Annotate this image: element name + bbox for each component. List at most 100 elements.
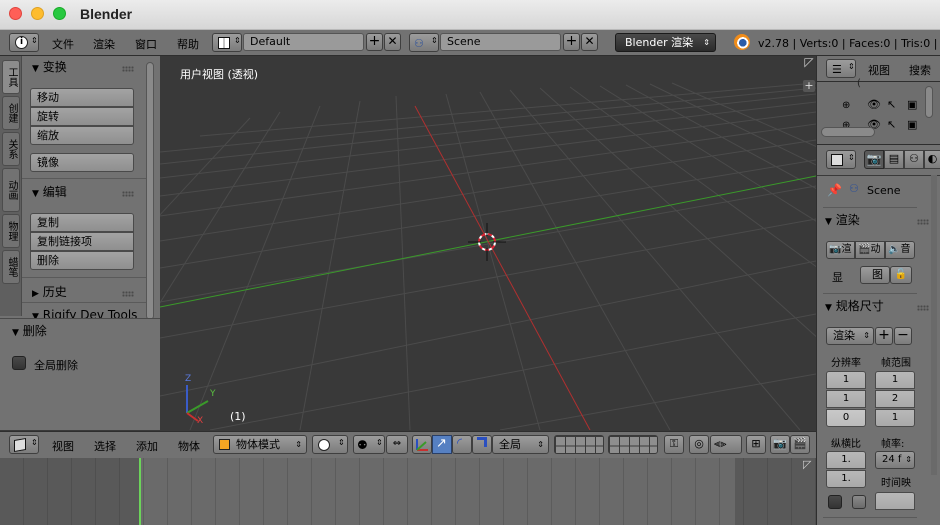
- frame-end-field[interactable]: 2: [875, 390, 915, 408]
- snap-target-button[interactable]: ⊞: [746, 435, 766, 454]
- layer-buttons-right[interactable]: [608, 435, 658, 454]
- tree-expand-icon[interactable]: ⊕: [842, 100, 850, 111]
- opengl-render-button[interactable]: 📷: [770, 435, 790, 454]
- delete-layout-button[interactable]: ✕: [384, 33, 401, 51]
- screen-layout-button[interactable]: ⇕: [212, 33, 242, 52]
- delete-button[interactable]: 删除: [30, 251, 134, 270]
- dimensions-panel-header[interactable]: ▼ 规格尺寸: [823, 297, 884, 314]
- resolution-percent-field[interactable]: 0: [826, 409, 866, 427]
- display-mode-select[interactable]: 图: [860, 266, 890, 284]
- render-animation-button[interactable]: 🎬动: [855, 241, 885, 259]
- pivot-point-select[interactable]: ⚉ ⇕: [353, 435, 385, 454]
- menu-render[interactable]: 渲染: [93, 36, 115, 52]
- tab-animation[interactable]: 动画: [2, 168, 20, 212]
- zoom-window-button[interactable]: [53, 7, 66, 20]
- properties-scrollbar[interactable]: [931, 175, 937, 475]
- tool-shelf-scrollbar[interactable]: [146, 62, 154, 320]
- minimize-window-button[interactable]: [31, 7, 44, 20]
- add-scene-button[interactable]: +: [563, 33, 580, 51]
- menu-view[interactable]: 视图: [52, 438, 74, 454]
- mirror-button[interactable]: 镜像: [30, 153, 134, 172]
- selectability-cursor-icon[interactable]: ↖: [887, 118, 896, 131]
- history-panel-header[interactable]: ▶ 历史: [24, 281, 138, 303]
- lock-interface-button[interactable]: 🔓: [890, 266, 912, 284]
- move-button[interactable]: 移动: [30, 88, 134, 107]
- tab-create[interactable]: 创建: [2, 96, 20, 130]
- rotate-manipulator-button[interactable]: ◜: [452, 435, 472, 454]
- tab-grease-pencil[interactable]: 蜡笔: [2, 250, 20, 284]
- scene-name-field[interactable]: Scene: [440, 33, 561, 51]
- render-audio-button[interactable]: 🔈音: [885, 241, 915, 259]
- timeline-area[interactable]: ◸: [0, 458, 816, 525]
- duplicate-button[interactable]: 复制: [30, 213, 134, 232]
- properties-toggle-icon[interactable]: +: [803, 80, 815, 92]
- 3d-viewport[interactable]: 用户视图 (透视) (1) Z Y X ◸ +: [160, 56, 816, 430]
- transform-orientation-select[interactable]: 全局 ⇕: [492, 435, 549, 454]
- transform-panel-header[interactable]: ▼ 变换: [24, 56, 138, 78]
- resolution-y-field[interactable]: 1: [826, 390, 866, 408]
- editor-type-button[interactable]: ⇕: [9, 435, 39, 454]
- operator-panel-header[interactable]: ▼ 删除: [0, 322, 47, 339]
- layer-buttons-left[interactable]: [554, 435, 604, 454]
- translate-manipulator-button[interactable]: ↗: [432, 435, 452, 454]
- visibility-eye-icon[interactable]: 👁: [867, 98, 881, 111]
- menu-object[interactable]: 物体: [178, 438, 200, 454]
- proportional-edit-button[interactable]: ◎: [689, 435, 709, 454]
- frame-step-field[interactable]: 1: [875, 409, 915, 427]
- tab-render[interactable]: 📷: [864, 150, 884, 169]
- frame-rate-select[interactable]: 24 f ⇕: [875, 451, 915, 469]
- tab-render-layers[interactable]: ▤: [884, 150, 904, 169]
- outliner-vscrollbar[interactable]: [925, 86, 933, 118]
- properties-editor-type-button[interactable]: ⇕: [826, 150, 856, 169]
- pin-icon[interactable]: 📌: [827, 183, 842, 197]
- menu-window[interactable]: 窗口: [135, 36, 157, 52]
- render-still-button[interactable]: 📷渲: [826, 241, 855, 259]
- editor-type-button[interactable]: i ⇕: [9, 33, 39, 52]
- menu-file[interactable]: 文件: [52, 36, 74, 52]
- manipulator-toggle[interactable]: [412, 435, 432, 454]
- tab-relations[interactable]: 关系: [2, 132, 20, 166]
- aspect-x-field[interactable]: 1.: [826, 451, 866, 469]
- aspect-y-field[interactable]: 1.: [826, 470, 866, 488]
- layout-name-field[interactable]: Default: [243, 33, 364, 51]
- menu-select[interactable]: 选择: [94, 438, 116, 454]
- render-preset-select[interactable]: 渲染 ⇕: [826, 327, 874, 345]
- scene-select-button[interactable]: ⚇ ⇕: [409, 33, 439, 52]
- add-preset-button[interactable]: +: [875, 327, 893, 345]
- render-camera-icon[interactable]: ▣: [907, 118, 917, 131]
- render-engine-select[interactable]: Blender 渲染 ⇕: [615, 33, 716, 52]
- lock-layers-button[interactable]: ⚿: [664, 435, 684, 454]
- add-layout-button[interactable]: +: [366, 33, 383, 51]
- selectability-cursor-icon[interactable]: ↖: [887, 98, 896, 111]
- scale-manipulator-button[interactable]: [472, 435, 492, 454]
- pivot-align-button[interactable]: ⇔: [386, 435, 408, 454]
- resolution-x-field[interactable]: 1: [826, 371, 866, 389]
- viewport-shading-select[interactable]: ⇕: [312, 435, 348, 454]
- current-frame-indicator[interactable]: [139, 458, 141, 525]
- tab-scene[interactable]: ⚇: [904, 150, 924, 169]
- render-camera-icon[interactable]: ▣: [907, 98, 917, 111]
- menu-add[interactable]: 添加: [136, 438, 158, 454]
- aspect-crop-border-checkbox[interactable]: [852, 495, 866, 509]
- scale-button[interactable]: 缩放: [30, 126, 134, 145]
- outliner-menu-view[interactable]: 视图: [868, 62, 890, 78]
- panel-grip-icon[interactable]: [917, 305, 929, 311]
- frame-start-field[interactable]: 1: [875, 371, 915, 389]
- outliner-tree[interactable]: ( ⊕ 👁 ↖ ▣ ⊕ 👁 ↖ ▣: [817, 78, 940, 144]
- panel-grip-icon[interactable]: [122, 66, 134, 72]
- remove-preset-button[interactable]: −: [894, 327, 912, 345]
- panel-grip-icon[interactable]: [122, 191, 134, 197]
- rotate-button[interactable]: 旋转: [30, 107, 134, 126]
- render-panel-header[interactable]: ▼ 渲染: [823, 211, 860, 228]
- snap-element-select[interactable]: ⫷⫸: [710, 435, 742, 454]
- close-window-button[interactable]: [9, 7, 22, 20]
- viewport-corner-widget[interactable]: ◸: [802, 56, 816, 70]
- timeline-corner-widget[interactable]: ◸: [803, 458, 811, 471]
- opengl-render-anim-button[interactable]: 🎬: [790, 435, 810, 454]
- global-delete-checkbox[interactable]: [12, 356, 26, 370]
- outliner-hscrollbar[interactable]: [821, 127, 875, 137]
- tab-world[interactable]: ◐: [924, 150, 940, 169]
- tab-tools[interactable]: 工具: [2, 60, 20, 94]
- mode-select[interactable]: 物体模式 ⇕: [213, 435, 307, 454]
- delete-scene-button[interactable]: ✕: [581, 33, 598, 51]
